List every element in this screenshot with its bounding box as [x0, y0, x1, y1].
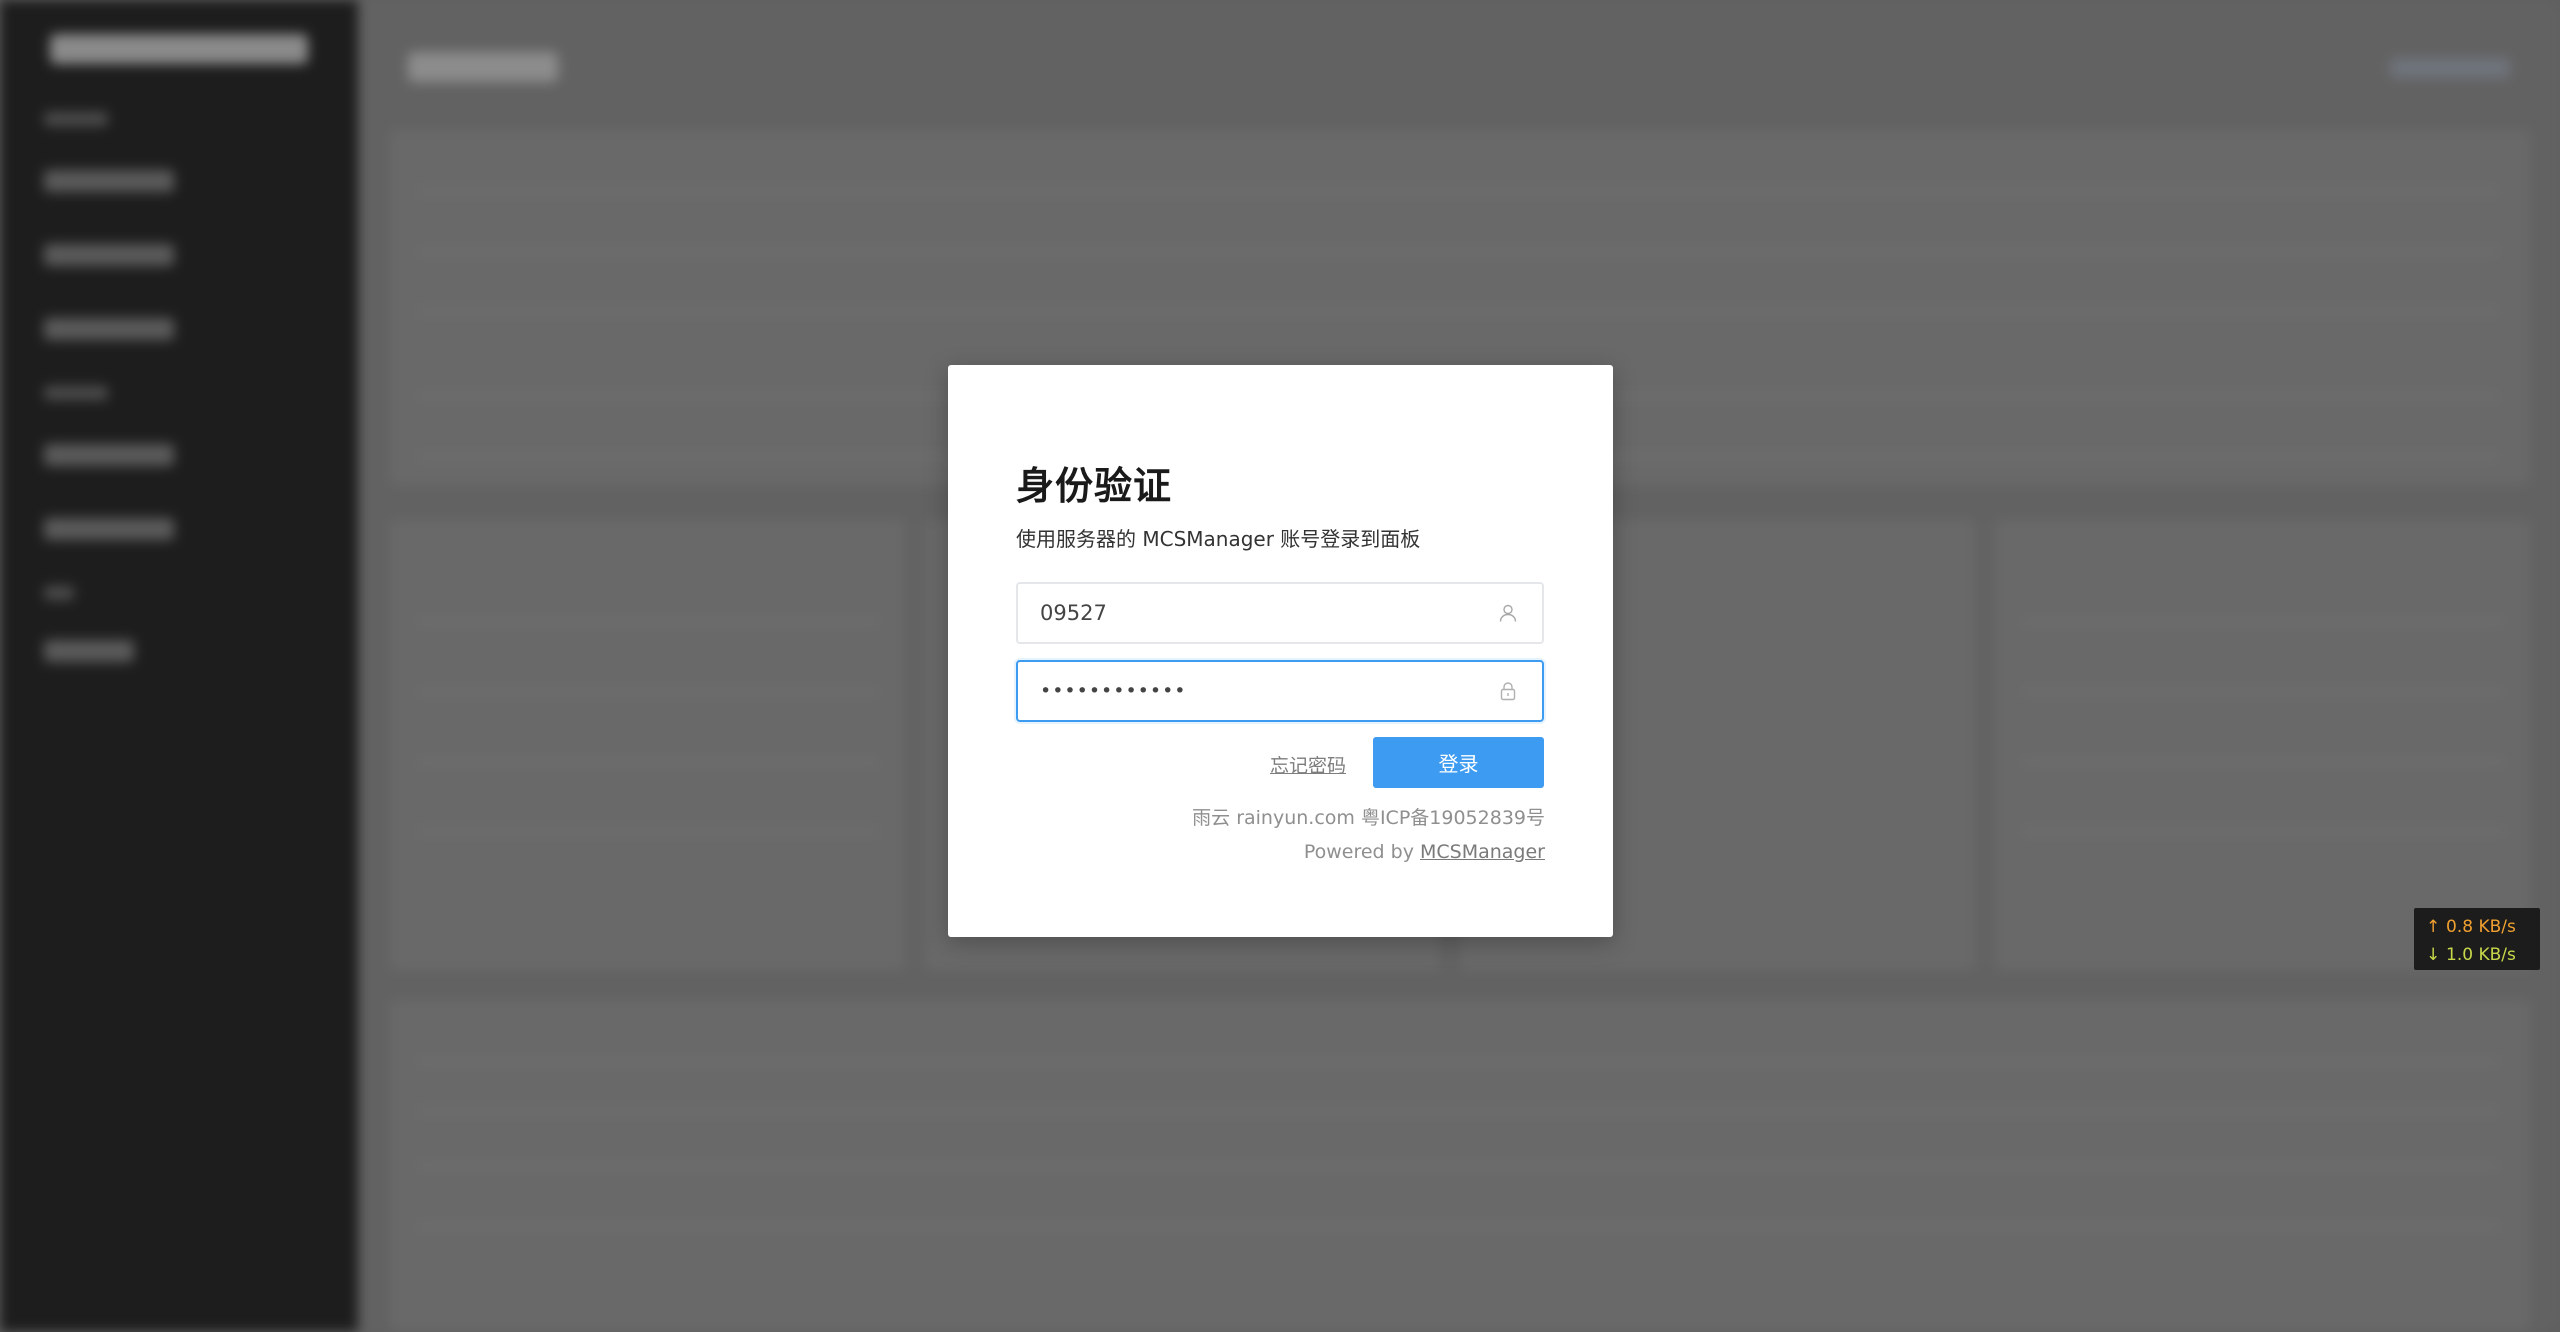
- mcsmanager-link[interactable]: MCSManager: [1420, 841, 1545, 863]
- download-speed-value: 1.0 KB/s: [2446, 945, 2516, 965]
- upload-speed-value: 0.8 KB/s: [2446, 917, 2516, 937]
- username-input[interactable]: [1040, 601, 1496, 625]
- download-arrow-icon: ↓: [2426, 945, 2441, 965]
- dialog-subtitle: 使用服务器的 MCSManager 账号登录到面板: [1016, 527, 1421, 551]
- icp-text: 雨云 rainyun.com 粤ICP备19052839号: [1192, 807, 1545, 829]
- login-button[interactable]: 登录: [1373, 737, 1544, 788]
- dialog-title: 身份验证: [1016, 464, 1173, 508]
- sidebar-logo: [50, 34, 308, 64]
- powered-by: Powered by MCSManager: [1304, 841, 1545, 863]
- username-field[interactable]: [1016, 582, 1544, 644]
- powered-by-prefix: Powered by: [1303, 841, 1420, 863]
- upload-arrow-icon: ↑: [2426, 917, 2441, 937]
- dialog-actions: 忘记密码 登录: [1016, 737, 1544, 789]
- login-dialog: 身份验证 使用服务器的 MCSManager 账号登录到面板 忘记密码 登录 雨…: [948, 365, 1613, 937]
- sidebar: [0, 0, 358, 1332]
- user-icon: [1496, 601, 1520, 625]
- download-speed: ↓ 1.0 KB/s: [2426, 941, 2540, 969]
- lock-icon: [1496, 679, 1520, 703]
- password-input[interactable]: [1040, 680, 1496, 702]
- forgot-password-link[interactable]: 忘记密码: [1270, 751, 1346, 778]
- upload-speed: ↑ 0.8 KB/s: [2426, 913, 2540, 941]
- network-speed-widget: ↑ 0.8 KB/s ↓ 1.0 KB/s: [2414, 908, 2540, 970]
- password-field[interactable]: [1016, 660, 1544, 722]
